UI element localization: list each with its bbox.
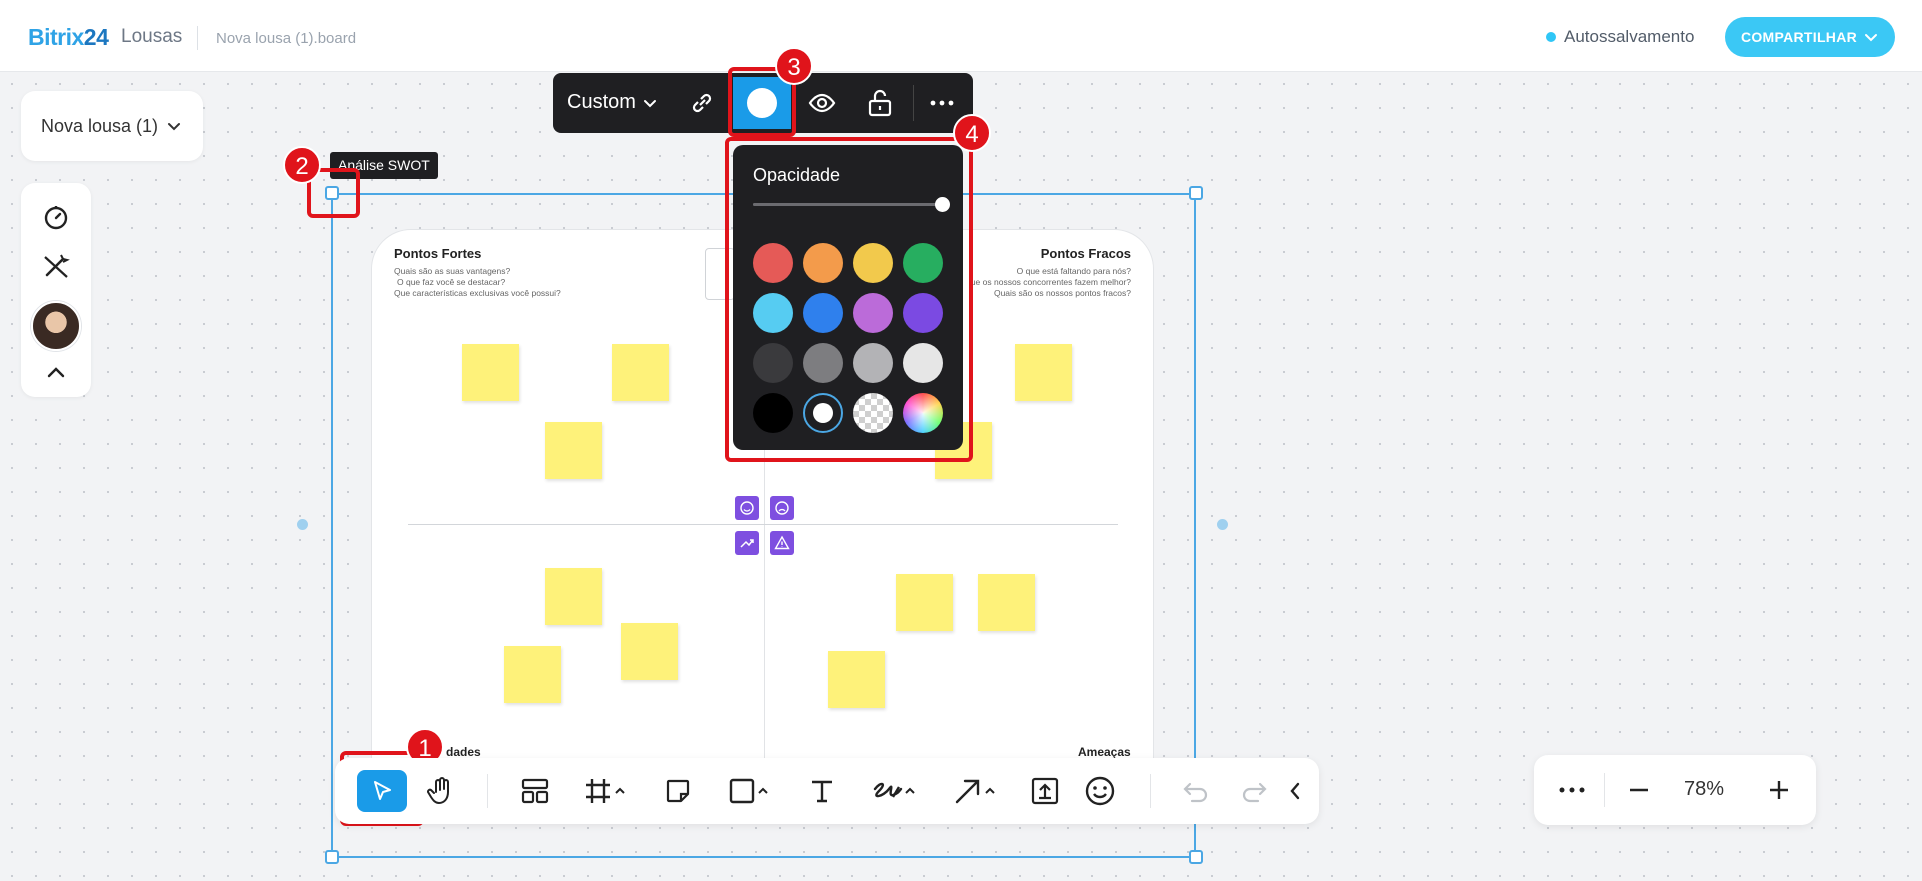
resize-handle-bottom-left[interactable] (325, 850, 339, 864)
autosave-dot-icon (1546, 32, 1556, 42)
text-icon (812, 780, 832, 803)
header-divider (197, 26, 198, 50)
share-button[interactable]: COMPARTILHAR (1725, 17, 1895, 57)
side-toolbar (21, 183, 91, 397)
pen-tool-button[interactable] (862, 770, 926, 812)
zoom-in-button[interactable] (1762, 775, 1796, 805)
toolbar-divider (913, 85, 914, 121)
top-bar: Bitrix24 Lousas Nova lousa (1).board Aut… (0, 0, 1922, 72)
autosave-status: Autossalvamento (1546, 27, 1694, 47)
annotation-number-4: 4 (953, 114, 991, 152)
board-file-name: Nova lousa (1).board (216, 30, 357, 47)
sticky-note-tool-button[interactable] (658, 770, 698, 812)
user-avatar[interactable] (31, 301, 81, 351)
laser-pointer-off-icon[interactable] (41, 251, 71, 281)
hand-tool-button[interactable] (420, 770, 464, 812)
templates-tool-button[interactable] (515, 770, 555, 812)
select-tool-button[interactable] (357, 770, 407, 812)
connector-dot-right[interactable] (1217, 519, 1228, 530)
upload-tool-button[interactable] (1025, 770, 1065, 812)
collapse-toolbar-button[interactable] (1283, 770, 1307, 812)
plus-icon (1770, 781, 1788, 799)
more-icon[interactable] (927, 88, 957, 118)
square-shape-icon (729, 778, 755, 804)
annotation-box-4 (725, 137, 973, 462)
zoom-toolbar: 78% (1534, 755, 1816, 825)
preset-dropdown[interactable]: Custom (567, 91, 658, 114)
undo-button[interactable] (1175, 770, 1215, 812)
toolbar-divider (1604, 773, 1605, 807)
app-logo[interactable]: Bitrix24 (28, 24, 109, 51)
chevron-up-icon (905, 787, 915, 794)
unlock-icon[interactable] (865, 88, 895, 118)
chevron-down-icon (643, 99, 656, 107)
redo-icon (1242, 782, 1267, 803)
chevron-left-icon (1290, 782, 1300, 800)
layout-icon (521, 778, 549, 804)
chevron-up-icon[interactable] (41, 358, 71, 388)
connector-tool-button[interactable] (945, 770, 1005, 812)
eye-icon[interactable] (807, 88, 837, 118)
redo-button[interactable] (1235, 770, 1275, 812)
chevron-up-icon (615, 787, 625, 794)
pen-scribble-icon (873, 782, 903, 798)
arrow-icon (955, 779, 980, 804)
text-tool-button[interactable] (802, 770, 842, 812)
hand-icon (427, 777, 449, 804)
chevron-up-icon (758, 787, 768, 794)
smile-icon (1085, 776, 1115, 806)
shape-tool-button[interactable] (719, 770, 779, 812)
emoji-tool-button[interactable] (1080, 770, 1120, 812)
upload-icon (1031, 777, 1059, 805)
resize-handle-bottom-right[interactable] (1189, 850, 1203, 864)
toolbar-divider (487, 774, 488, 808)
sticky-note-icon (666, 779, 690, 803)
more-icon[interactable] (1552, 775, 1592, 805)
cursor-arrow-icon (374, 781, 391, 800)
resize-handle-top-right[interactable] (1189, 186, 1203, 200)
minus-icon (1630, 788, 1648, 792)
annotation-number-2: 2 (283, 146, 321, 184)
frame-tool-button[interactable] (575, 770, 635, 812)
toolbar-divider (1150, 774, 1151, 808)
frame-icon (586, 779, 610, 803)
board-selector[interactable]: Nova lousa (1) (21, 91, 203, 161)
annotation-number-3: 3 (775, 47, 813, 85)
undo-icon (1183, 782, 1208, 803)
chevron-up-icon (985, 787, 995, 794)
connector-dot-left[interactable] (297, 519, 308, 530)
link-icon[interactable] (687, 88, 717, 118)
timer-icon[interactable] (41, 202, 71, 232)
zoom-out-button[interactable] (1622, 775, 1656, 805)
chevron-down-icon (168, 123, 181, 131)
zoom-level[interactable]: 78% (1684, 778, 1724, 801)
chevron-down-icon (1865, 34, 1878, 42)
app-product-name: Lousas (121, 26, 183, 47)
bottom-toolbar (335, 758, 1319, 824)
